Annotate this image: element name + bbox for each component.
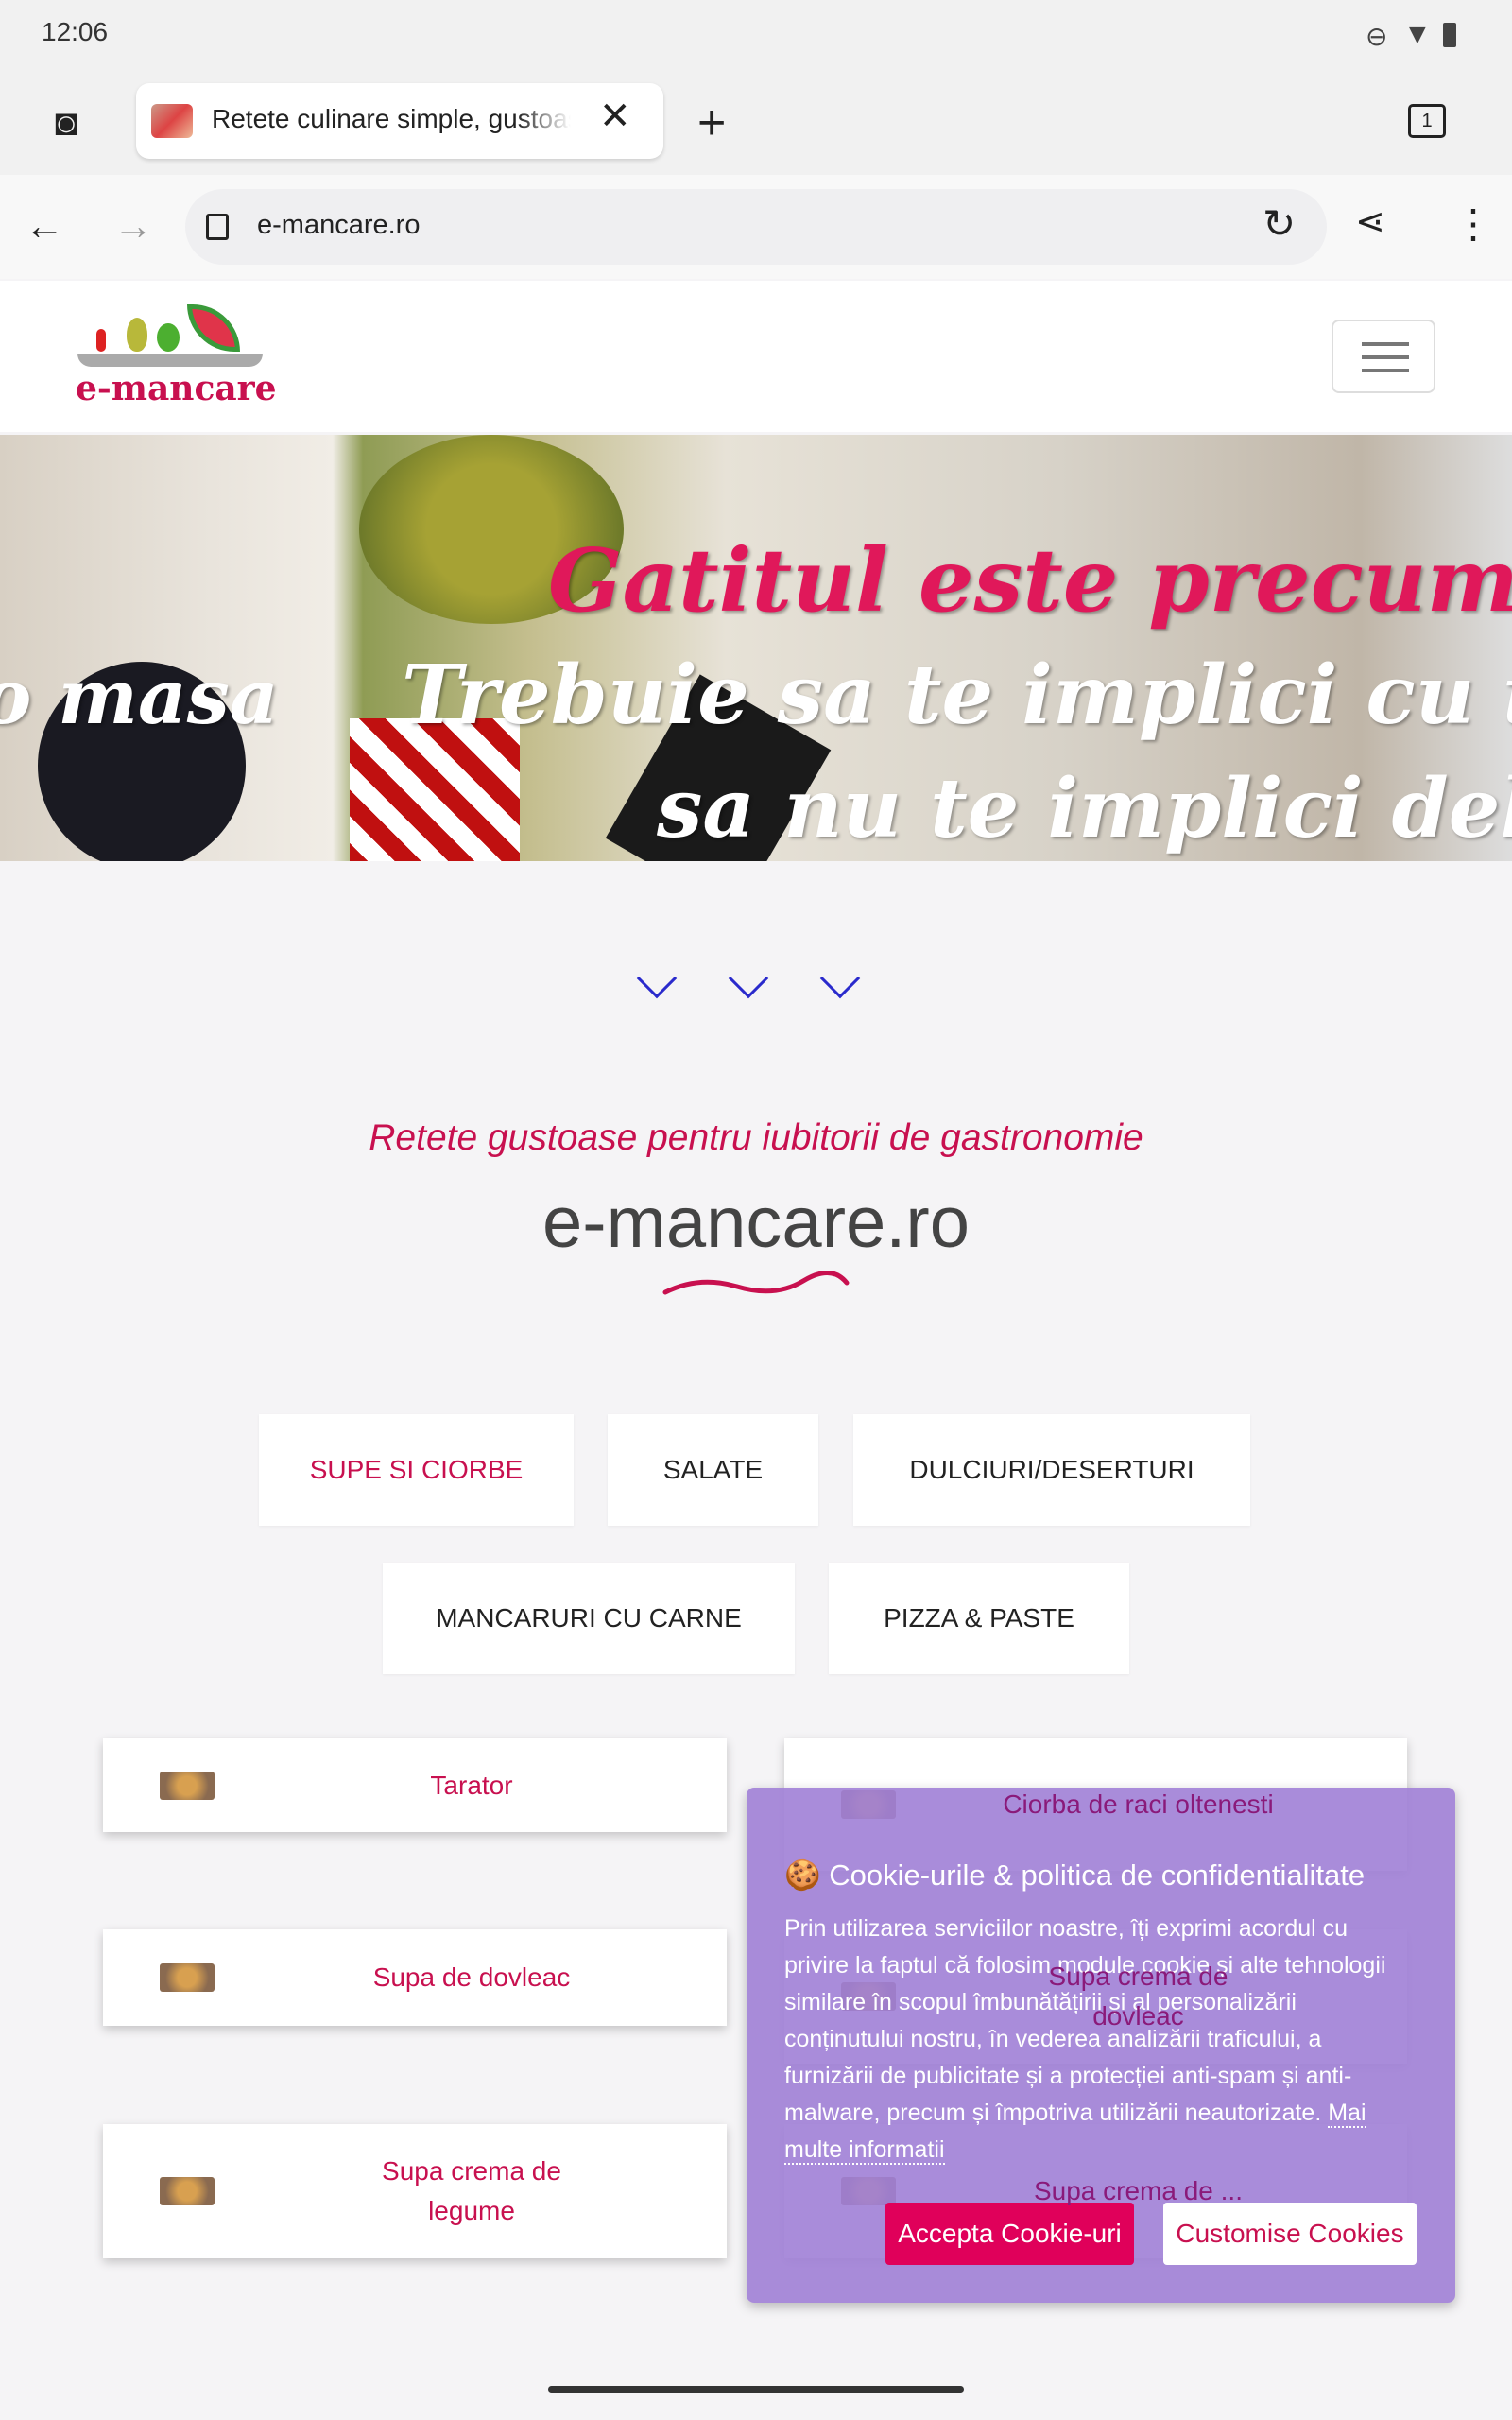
incognito-icon[interactable]: ◙	[55, 104, 77, 142]
wifi-icon: ▼	[1403, 19, 1432, 50]
recipe-card[interactable]: Tarator	[103, 1738, 727, 1832]
recipe-title[interactable]: Supa de dovleac	[254, 1958, 689, 1997]
hero-quote-line2: Trebuie sa te implici cu to	[402, 648, 1512, 743]
cookie-consent-banner: 🍪 Cookie-urile & politica de confidentia…	[747, 1788, 1455, 2303]
recipe-thumbnail	[160, 1963, 215, 1992]
recipe-card[interactable]: Supa crema de legume	[103, 2124, 727, 2258]
recipe-thumbnail	[160, 1771, 215, 1800]
recipe-title[interactable]: Supa crema de legume	[349, 2152, 594, 2231]
home-indicator[interactable]	[548, 2386, 964, 2393]
hero-quote-line1: Gatitul este precum iub	[548, 529, 1512, 631]
title-underline-squiggle	[662, 1271, 850, 1295]
category-pizza-paste[interactable]: PIZZA & PASTE	[829, 1563, 1129, 1674]
back-icon[interactable]: ←	[25, 206, 64, 246]
page-title: e-mancare.ro	[542, 1183, 970, 1263]
cookie-title: 🍪 Cookie-urile & politica de confidentia…	[784, 1858, 1366, 1892]
lock-icon[interactable]	[206, 214, 229, 240]
chevron-down-icon[interactable]	[636, 958, 678, 999]
hero-quote-line3: sa nu te implici delo	[657, 761, 1512, 856]
share-icon[interactable]: ⋖	[1355, 204, 1385, 240]
category-salate[interactable]: SALATE	[608, 1414, 818, 1526]
new-tab-icon[interactable]: +	[697, 98, 726, 147]
forward-icon[interactable]: →	[113, 206, 153, 246]
site-logo[interactable]	[77, 301, 263, 367]
hero-quote-left: o masa	[0, 652, 279, 741]
battery-icon	[1443, 23, 1456, 47]
menu-toggle-button[interactable]	[1332, 320, 1435, 393]
tagline: Retete gustoase pentru iubitorii de gast…	[369, 1117, 1143, 1158]
tab-switcher-button[interactable]: 1	[1408, 104, 1446, 138]
status-time: 12:06	[42, 17, 109, 46]
recipe-title[interactable]: Ciorba de raci oltenesti	[1002, 1785, 1275, 1824]
logo-text[interactable]: e-mancare	[76, 369, 277, 408]
status-bar	[0, 0, 1512, 85]
recipe-title[interactable]: Tarator	[254, 1766, 689, 1806]
category-supe-si-ciorbe[interactable]: SUPE SI CIORBE	[259, 1414, 574, 1526]
close-tab-icon[interactable]: ✕	[599, 95, 631, 138]
recipe-title[interactable]: Supa crema de ...	[1002, 2171, 1275, 2211]
chevron-down-icon[interactable]	[819, 958, 861, 999]
favicon-icon	[151, 104, 193, 138]
url-text[interactable]: e-mancare.ro	[257, 210, 420, 241]
dnd-icon: ⊖	[1366, 22, 1388, 51]
tab-title: Retete culinare simple, gustoase	[212, 104, 571, 133]
category-mancaruri-cu-carne[interactable]: MANCARURI CU CARNE	[383, 1563, 795, 1674]
accept-cookies-button[interactable]: Accepta Cookie-uri	[885, 2203, 1134, 2265]
reload-icon[interactable]: ↻	[1263, 204, 1296, 244]
category-dulciuri[interactable]: DULCIURI/DESERTURI	[853, 1414, 1250, 1526]
recipe-title[interactable]: Supa crema de dovleac	[1002, 1957, 1275, 2036]
chevron-down-icon[interactable]	[728, 958, 769, 999]
cookie-icon: 🍪	[784, 1858, 830, 1892]
recipe-thumbnail	[160, 2177, 215, 2205]
customise-cookies-button[interactable]: Customise Cookies	[1163, 2203, 1417, 2265]
more-menu-icon[interactable]: ⋮	[1453, 204, 1493, 244]
cookie-body: Prin utilizarea serviciilor noastre, îți…	[784, 1915, 1386, 2165]
hero-banner: Gatitul este precum iub o masa Trebuie s…	[0, 435, 1512, 861]
recipe-card[interactable]: Supa de dovleac	[103, 1929, 727, 2026]
browser-tab[interactable]: Retete culinare simple, gustoase ✕	[136, 83, 663, 159]
